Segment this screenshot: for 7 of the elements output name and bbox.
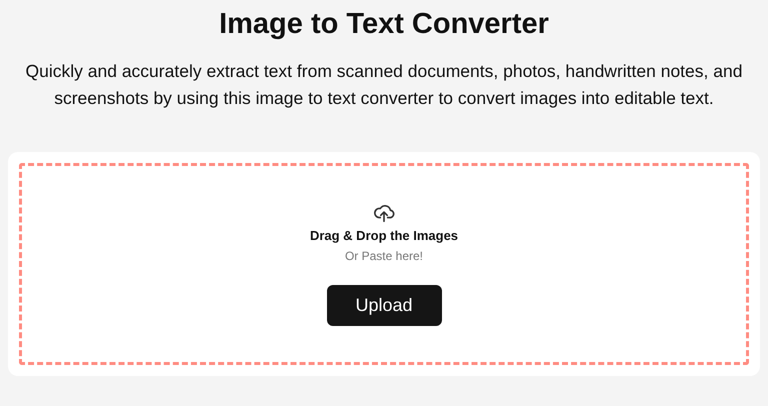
drop-zone[interactable]: Drag & Drop the Images Or Paste here! Upload: [19, 163, 749, 365]
cloud-upload-icon: [373, 202, 395, 224]
page-title: Image to Text Converter: [219, 7, 549, 42]
upload-button[interactable]: Upload: [326, 285, 442, 326]
paste-hint: Or Paste here!: [344, 249, 424, 263]
drop-heading: Drag & Drop the Images: [310, 228, 458, 243]
description: Quickly and accurately extract text from scanned documents, photos, handwritten notes, and screenshots by using this image to text converter to convert images into editable text.: [24, 60, 744, 110]
